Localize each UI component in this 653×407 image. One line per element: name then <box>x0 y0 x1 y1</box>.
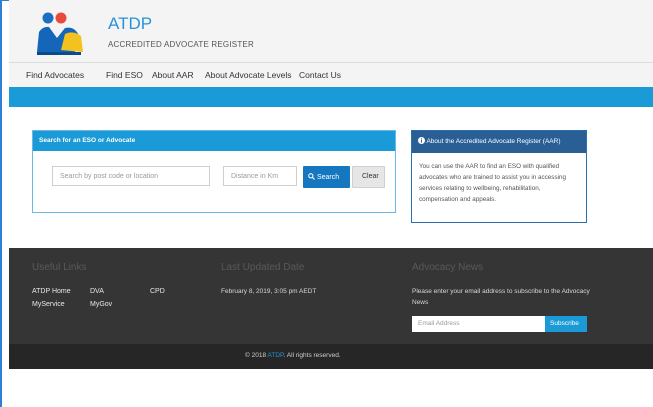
hero-band <box>9 87 653 107</box>
nav-about-aar[interactable]: About AAR <box>152 70 194 80</box>
clear-button[interactable]: Clear <box>352 166 385 188</box>
copyright-suffix: . All rights reserved. <box>283 352 341 359</box>
site-header: ATDP ACCREDITED ADVOCATE REGISTER <box>9 0 653 63</box>
location-search-input[interactable]: Search by post code or location <box>52 166 210 186</box>
subscribe-button[interactable]: Subscribe <box>545 316 587 332</box>
advocacy-news-heading: Advocacy News <box>412 262 484 273</box>
nav-find-advocates[interactable]: Find Advocates <box>26 70 84 80</box>
about-panel: About the Accredited Advocate Register (… <box>411 130 587 223</box>
email-input[interactable]: Email Address <box>412 316 545 332</box>
copyright-atdp-link[interactable]: ATDP <box>268 352 284 359</box>
last-updated-heading: Last Updated Date <box>221 262 305 273</box>
footer-link-cpd[interactable]: CPD <box>150 288 165 295</box>
useful-links-heading: Useful Links <box>32 262 87 273</box>
footer-link-atdp-home[interactable]: ATDP Home <box>32 288 71 295</box>
atdp-people-logo-icon[interactable] <box>35 12 85 56</box>
brand-subtitle: ACCREDITED ADVOCATE REGISTER <box>108 40 254 49</box>
about-panel-heading: About the Accredited Advocate Register (… <box>412 131 586 153</box>
copyright-bar: © 2018 ATDP. All rights reserved. <box>9 344 653 369</box>
last-updated-value: February 8, 2019, 3:05 pm AEDT <box>221 288 317 295</box>
main-nav: Find Advocates Find ESO About AAR About … <box>9 63 653 87</box>
copyright-text: © 2018 ATDP. All rights reserved. <box>245 352 341 359</box>
footer-link-myservice[interactable]: MyService <box>32 301 65 308</box>
search-button-label: Search <box>316 174 340 181</box>
info-icon <box>418 137 425 144</box>
about-heading-text: About the Accredited Advocate Register (… <box>426 138 561 145</box>
search-panel: Search for an ESO or Advocate Search by … <box>32 130 396 213</box>
footer-link-mygov[interactable]: MyGov <box>90 301 112 308</box>
search-panel-heading: Search for an ESO or Advocate <box>33 131 395 151</box>
search-icon <box>308 173 315 180</box>
nav-contact-us[interactable]: Contact Us <box>299 70 341 80</box>
brand-title[interactable]: ATDP <box>108 14 152 34</box>
distance-input[interactable]: Distance in Km <box>223 166 297 186</box>
about-body: You can use the AAR to find an ESO with … <box>419 163 567 203</box>
advocacy-news-text: Please enter your email address to subsc… <box>412 288 590 306</box>
site-footer: Useful Links ATDP Home DVA CPD MyService… <box>9 248 653 344</box>
copyright-prefix: © 2018 <box>245 352 268 359</box>
nav-find-eso[interactable]: Find ESO <box>106 70 143 80</box>
search-button[interactable]: Search <box>303 166 350 188</box>
nav-about-advocate-levels[interactable]: About Advocate Levels <box>205 70 291 80</box>
footer-link-dva[interactable]: DVA <box>90 288 104 295</box>
